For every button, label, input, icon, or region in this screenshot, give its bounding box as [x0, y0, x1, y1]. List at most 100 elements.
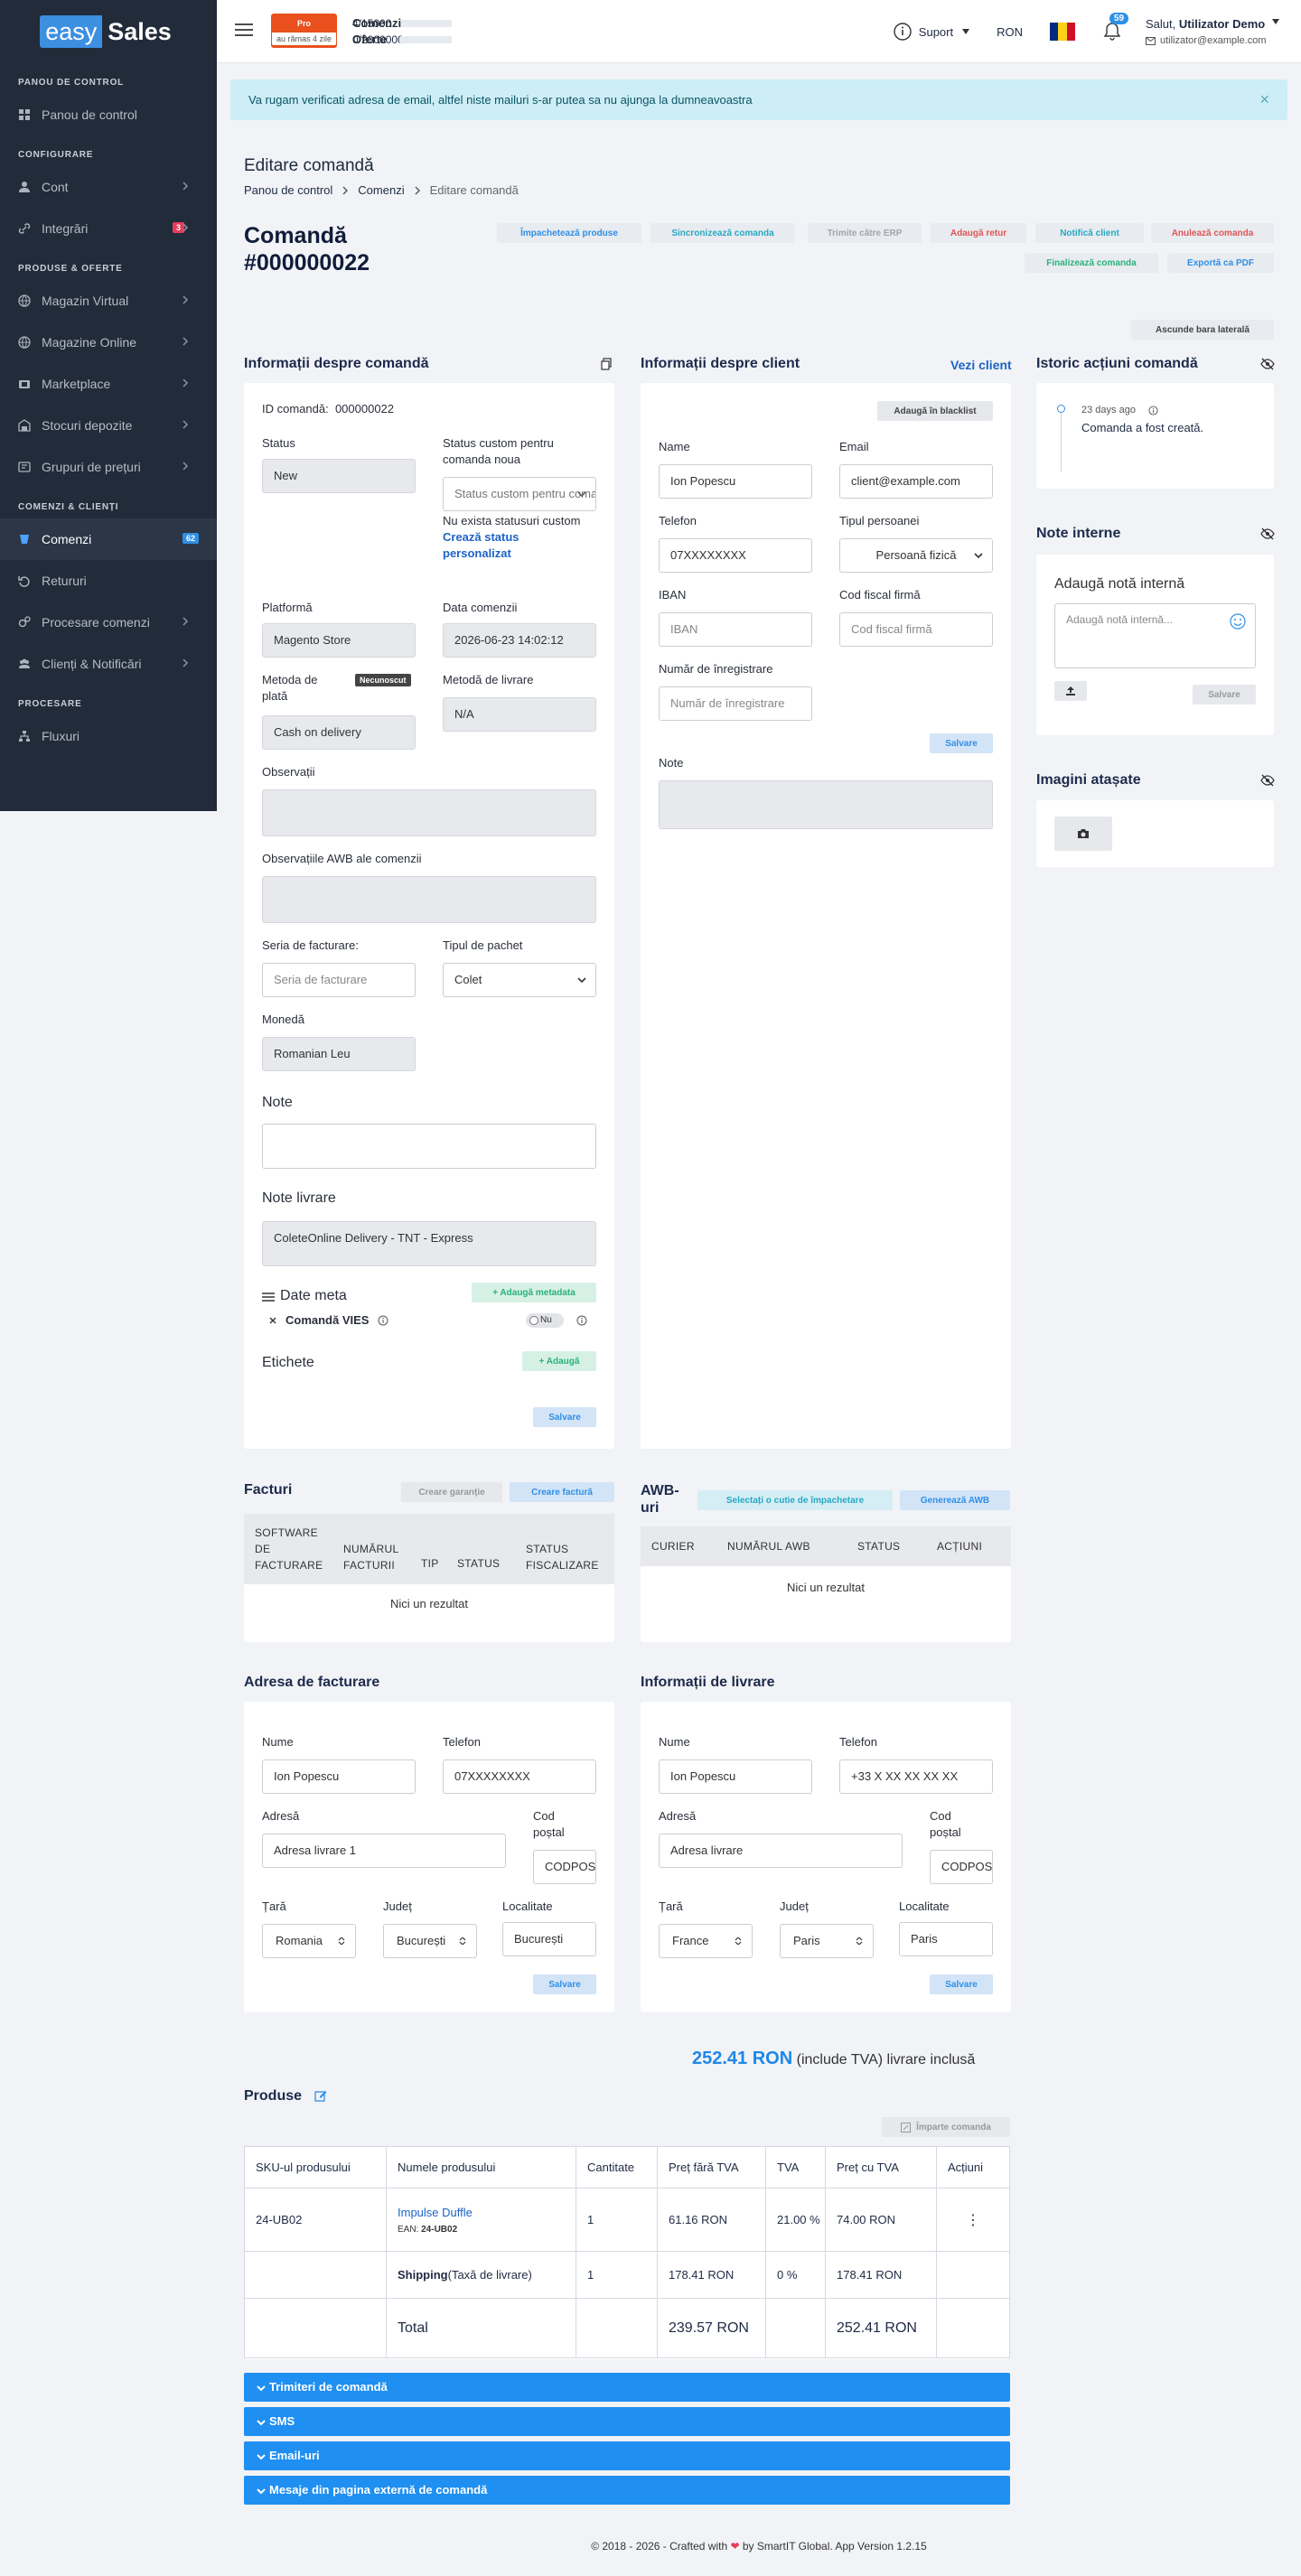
billing-zip-input[interactable]: CODPOSTAL: [533, 1850, 596, 1884]
sidebar-item-account[interactable]: Cont: [0, 166, 217, 208]
currency-selector[interactable]: RON: [997, 25, 1023, 39]
sidebar-item-integrations[interactable]: Integrări 3: [0, 208, 217, 249]
vies-toggle[interactable]: Nu: [526, 1313, 564, 1328]
save-order-info-button[interactable]: Salvare: [533, 1407, 596, 1427]
package-type-label: Tipul de pachet: [443, 938, 523, 952]
breadcrumb-dashboard[interactable]: Panou de control: [244, 183, 332, 197]
product-name-link[interactable]: Impulse Duffle: [398, 2206, 576, 2219]
sidebar-item-flows[interactable]: Fluxuri: [0, 715, 217, 757]
person-type-select[interactable]: Persoană fizică: [839, 538, 993, 573]
billing-address-input[interactable]: Adresa livrare 1: [262, 1834, 506, 1868]
notes-textarea[interactable]: [262, 1124, 596, 1169]
generate-awb-button[interactable]: Generează AWB: [900, 1490, 1010, 1510]
delivery-notes-label: Note livrare: [262, 1190, 336, 1206]
cancel-order-button[interactable]: Anulează comanda: [1151, 223, 1274, 243]
sidebar-item-dashboard[interactable]: Panou de control: [0, 94, 217, 135]
finalize-order-button[interactable]: Finalizează comanda: [1025, 253, 1158, 273]
client-phone-input[interactable]: 07XXXXXXXX: [659, 538, 812, 573]
billing-country-value: Romania: [276, 1934, 323, 1947]
fiscal-code-input[interactable]: Cod fiscal firmă: [839, 612, 993, 647]
delivery-zip-input[interactable]: CODPOSTAL: [930, 1850, 993, 1884]
save-billing-button[interactable]: Salvare: [533, 1974, 596, 1994]
delivery-phone-input[interactable]: +33 X XX XX XX XX: [839, 1759, 993, 1794]
remove-icon[interactable]: [269, 1317, 276, 1324]
split-order-button[interactable]: Împarte comanda: [882, 2117, 1010, 2137]
billing-county-select[interactable]: București: [383, 1924, 477, 1958]
create-invoice-button[interactable]: Creare factură: [510, 1482, 614, 1502]
export-pdf-button[interactable]: Exportă ca PDF: [1167, 253, 1274, 273]
notify-client-button[interactable]: Notifică client: [1035, 223, 1144, 243]
close-icon[interactable]: ×: [1259, 79, 1269, 120]
sidebar-item-online-stores[interactable]: Magazine Online: [0, 322, 217, 363]
delivery-city-input[interactable]: Paris: [899, 1922, 993, 1956]
billing-city-input[interactable]: București: [502, 1922, 596, 1956]
select-packing-box-button[interactable]: Selectați o cutie de împachetare: [697, 1490, 893, 1510]
sidebar-item-returns[interactable]: Retururi: [0, 560, 217, 602]
save-client-button[interactable]: Salvare: [930, 733, 993, 753]
delivery-name-input[interactable]: Ion Popescu: [659, 1759, 812, 1794]
sync-order-button[interactable]: Sincronizează comanda: [650, 223, 795, 243]
add-to-blacklist-button[interactable]: Adaugă în blacklist: [877, 401, 993, 421]
billing-country-select[interactable]: Romania: [262, 1924, 356, 1958]
delivery-country-select[interactable]: France: [659, 1924, 753, 1958]
hamburger-menu-icon[interactable]: [235, 23, 253, 37]
notifications-button[interactable]: 59: [1102, 13, 1129, 42]
support-dropdown[interactable]: Suport: [894, 23, 970, 41]
sidebar-item-clients[interactable]: Clienți & Notificări: [0, 643, 217, 685]
footer-text-end: by SmartIT Global. App Version 1.2.15: [742, 2540, 927, 2553]
client-name-input[interactable]: Ion Popescu: [659, 464, 812, 499]
sidebar-item-order-processing[interactable]: Procesare comenzi: [0, 602, 217, 643]
accordion-label: Email-uri: [269, 2449, 320, 2462]
add-metadata-button[interactable]: + Adaugă metadata: [472, 1283, 596, 1302]
sidebar-item-price-groups[interactable]: Grupuri de prețuri: [0, 446, 217, 488]
accordion-emails[interactable]: Email-uri: [244, 2441, 1010, 2470]
edit-icon[interactable]: [314, 2089, 327, 2102]
hide-sidebar-button[interactable]: Ascunde bara laterală: [1131, 320, 1274, 340]
sidebar-item-virtual-store[interactable]: Magazin Virtual: [0, 280, 217, 322]
accordion-sms[interactable]: SMS: [244, 2407, 1010, 2436]
send-to-erp-button[interactable]: Trimite către ERP: [808, 223, 922, 243]
shipping-sub: (Taxă de livrare): [447, 2268, 532, 2282]
product-actions-menu[interactable]: ⋮: [937, 2189, 1010, 2252]
pack-products-button[interactable]: Împachetează produse: [497, 223, 641, 243]
emoji-icon[interactable]: [1230, 613, 1246, 630]
create-status-link[interactable]: Crează status personalizat: [443, 530, 519, 560]
invoice-series-input[interactable]: Seria de facturare: [262, 963, 416, 997]
delivery-county-select[interactable]: Paris: [780, 1924, 874, 1958]
delivery-address-input[interactable]: Adresa livrare: [659, 1834, 903, 1868]
registration-number-input[interactable]: Număr de înregistrare: [659, 686, 812, 721]
awb-observations-textarea: [262, 876, 596, 923]
accordion-external-messages[interactable]: Mesaje din pagina externă de comandă: [244, 2476, 1010, 2505]
copy-icon[interactable]: [600, 358, 614, 370]
sidebar-item-marketplace[interactable]: Marketplace: [0, 363, 217, 405]
plan-badge[interactable]: Pro au rămas 4 zile: [271, 14, 337, 48]
upload-note-button[interactable]: [1054, 681, 1087, 701]
total-empty-cell: [244, 2298, 387, 2358]
package-type-select[interactable]: Colet: [443, 963, 596, 997]
romania-flag-icon[interactable]: [1050, 23, 1075, 41]
save-internal-note-button[interactable]: Salvare: [1193, 685, 1256, 705]
sidebar-item-warehouse-stocks[interactable]: Stocuri depozite: [0, 405, 217, 446]
breadcrumb-orders[interactable]: Comenzi: [358, 183, 404, 197]
client-email-input[interactable]: client@example.com: [839, 464, 993, 499]
add-return-button[interactable]: Adaugă retur: [931, 223, 1026, 243]
logo[interactable]: easy Sales: [40, 15, 177, 48]
eye-slash-icon[interactable]: [1260, 774, 1275, 787]
eye-slash-icon[interactable]: [1260, 527, 1275, 540]
view-client-link[interactable]: Vezi client: [950, 358, 1012, 372]
save-delivery-button[interactable]: Salvare: [930, 1974, 993, 1994]
order-id-row: ID comandă: 000000022: [262, 401, 394, 417]
sidebar-item-orders[interactable]: Comenzi 62: [0, 518, 217, 560]
custom-status-select[interactable]: Status custom pentru comanda noua: [443, 477, 596, 511]
add-tag-button[interactable]: + Adaugă: [522, 1351, 596, 1371]
accordion-order-shipments[interactable]: Trimiteri de comandă: [244, 2373, 1010, 2402]
chevron-right-icon: [183, 617, 189, 626]
iban-input[interactable]: IBAN: [659, 612, 812, 647]
billing-name-input[interactable]: Ion Popescu: [262, 1759, 416, 1794]
user-menu[interactable]: Salut, Utilizator Demo utilizator@exampl…: [1146, 17, 1279, 46]
eye-slash-icon[interactable]: [1260, 358, 1275, 370]
add-image-button[interactable]: [1054, 817, 1112, 851]
internal-note-textarea[interactable]: Adaugă notă internă...: [1054, 603, 1256, 668]
billing-phone-input[interactable]: 07XXXXXXXX: [443, 1759, 596, 1794]
create-warranty-button[interactable]: Creare garanție: [401, 1482, 502, 1502]
